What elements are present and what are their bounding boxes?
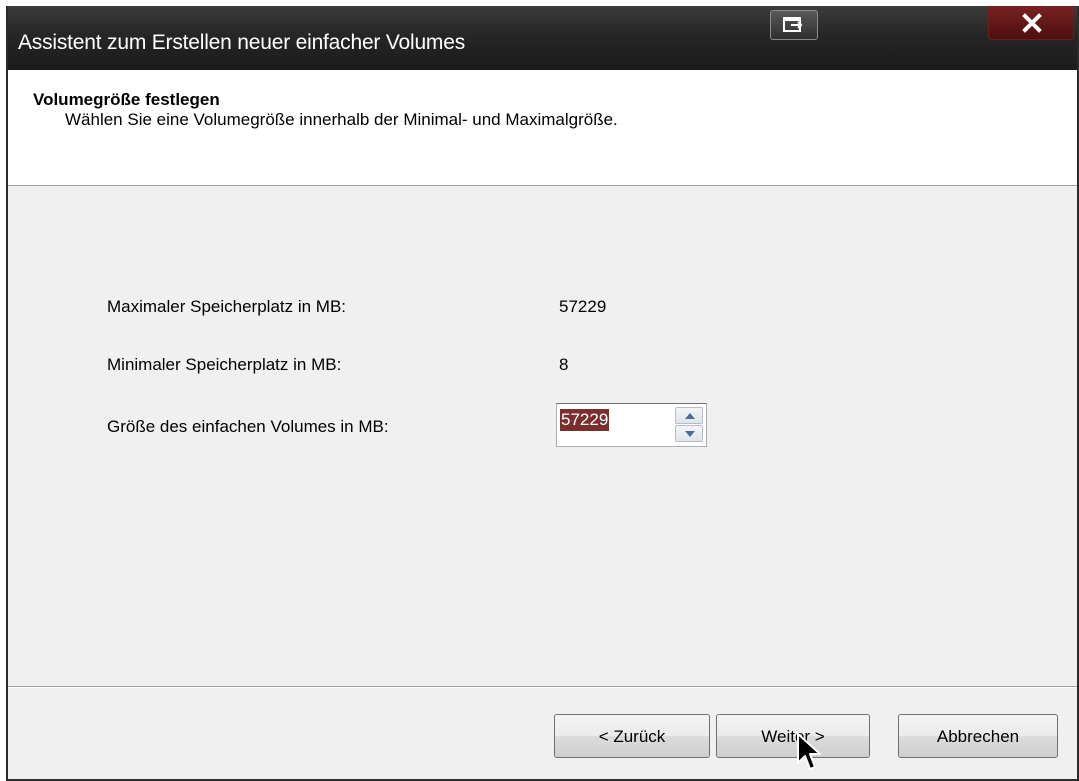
title-bar[interactable]: Assistent zum Erstellen neuer einfacher … [8, 6, 1077, 70]
min-size-value: 8 [559, 355, 569, 374]
close-icon [1022, 13, 1042, 33]
window-title: Assistent zum Erstellen neuer einfacher … [18, 31, 465, 54]
mouse-pointer-icon [797, 733, 821, 770]
arrow-up-icon [685, 413, 695, 419]
min-size-label: Minimaler Speicherplatz in MB: [107, 355, 342, 374]
next-button[interactable]: Weiter > [716, 714, 870, 758]
arrow-down-icon [685, 431, 695, 437]
close-button[interactable] [988, 6, 1074, 40]
spin-up-button[interactable] [675, 407, 703, 424]
volume-size-label: Größe des einfachen Volumes in MB: [107, 417, 389, 436]
wizard-header: Volumegröße festlegen Wählen Sie eine Vo… [8, 70, 1077, 186]
max-size-label: Maximaler Speicherplatz in MB: [107, 297, 347, 316]
restore-button[interactable] [770, 10, 818, 40]
wizard-window: Assistent zum Erstellen neuer einfacher … [6, 6, 1079, 781]
cancel-button[interactable]: Abbrechen [898, 714, 1058, 758]
restore-icon [783, 17, 803, 32]
page-title: Volumegröße festlegen [33, 90, 220, 109]
volume-size-input[interactable]: 57229 [560, 409, 610, 431]
volume-size-stepper[interactable]: 57229 [556, 403, 707, 447]
back-button[interactable]: < Zurück [554, 714, 710, 758]
page-subtitle: Wählen Sie eine Volumegröße innerhalb de… [65, 110, 618, 129]
footer-divider [8, 686, 1077, 688]
max-size-value: 57229 [559, 297, 607, 316]
spin-down-button[interactable] [675, 425, 703, 442]
